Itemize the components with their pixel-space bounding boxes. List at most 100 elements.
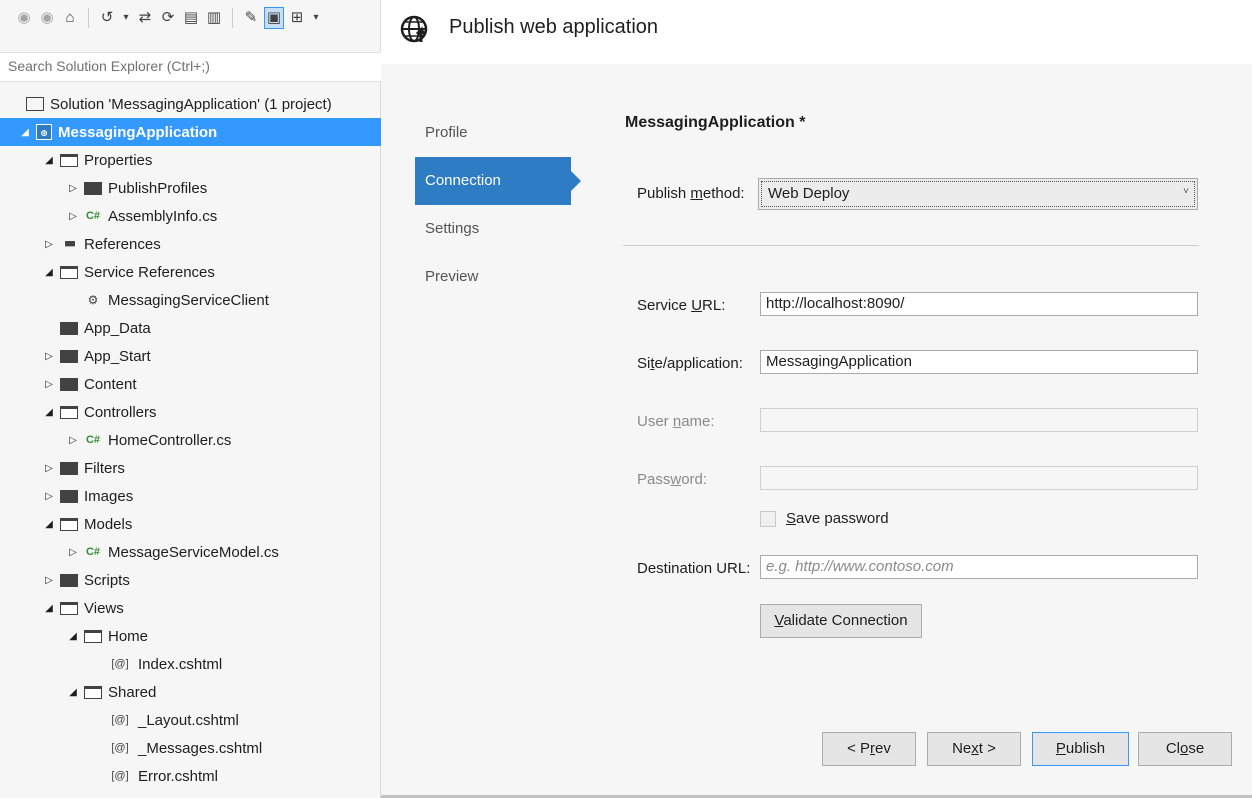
home-icon[interactable]: ⌂ [60, 7, 80, 29]
back-icon[interactable]: ◉ [14, 7, 34, 29]
password-label: Password: [637, 471, 708, 488]
tree-item-label: AssemblyInfo.cs [108, 207, 218, 225]
folder-open-icon [84, 685, 102, 699]
tree-item[interactable]: ◢ Shared [0, 678, 381, 706]
tree-item[interactable]: Solution 'MessagingApplication' (1 proje… [0, 90, 381, 118]
tree-item-label: Views [84, 599, 124, 617]
dropdown-icon[interactable]: ▾ [120, 7, 132, 29]
validate-connection-button[interactable]: Validate Connection [760, 604, 922, 638]
tree-item[interactable]: [@] _Layout.cshtml [0, 706, 381, 734]
expand-arrow-icon[interactable]: ▷ [42, 463, 56, 474]
refresh-icon[interactable]: ⟳ [158, 7, 178, 29]
publish-button[interactable]: Publish [1032, 732, 1129, 766]
history-icon[interactable]: ↺ [97, 7, 117, 29]
collapse-arrow-icon[interactable]: ◢ [42, 603, 56, 614]
wizard-steps: Profile Connection Settings Preview [415, 109, 595, 301]
class-view-icon[interactable]: ⊞ [287, 7, 307, 29]
sync-icon[interactable]: ⇄ [135, 7, 155, 29]
forward-icon[interactable]: ◉ [37, 7, 57, 29]
csharp-file-icon: C# [85, 210, 101, 222]
step-connection[interactable]: Connection [415, 157, 581, 205]
folder-open-icon [60, 265, 78, 279]
tree-item[interactable]: ◢ Service References [0, 258, 381, 286]
tree-item[interactable]: ▷ App_Start [0, 342, 381, 370]
solution-icon [26, 97, 44, 111]
step-preview[interactable]: Preview [415, 253, 595, 301]
tree-item[interactable]: ◢ Models [0, 510, 381, 538]
tree-item-label: Scripts [84, 571, 130, 589]
collapse-arrow-icon[interactable]: ◢ [42, 155, 56, 166]
tree-item-label: MessageServiceModel.cs [108, 543, 279, 561]
razor-file-icon: [@] [111, 658, 129, 670]
razor-file-icon: [@] [111, 742, 129, 754]
tree-item[interactable]: ▷ Filters [0, 454, 381, 482]
tree-item-label: App_Data [84, 319, 151, 337]
tree-item[interactable]: ▷ C# AssemblyInfo.cs [0, 202, 381, 230]
step-settings[interactable]: Settings [415, 205, 595, 253]
expand-arrow-icon[interactable]: ▷ [66, 547, 80, 558]
destination-url-label: Destination URL: [637, 560, 751, 577]
properties-icon[interactable]: ✎ [241, 7, 261, 29]
tree-item[interactable]: ▷ Content [0, 370, 381, 398]
publish-method-select[interactable]: Web Deploy ˅ [758, 178, 1198, 210]
close-button[interactable]: Close [1138, 732, 1232, 766]
tree-item[interactable]: [@] Index.cshtml [0, 650, 381, 678]
step-profile[interactable]: Profile [415, 109, 595, 157]
folder-icon [60, 377, 78, 391]
tree-item[interactable]: ⚙ MessagingServiceClient [0, 286, 381, 314]
tree-item[interactable]: ◢ ⊕ MessagingApplication [0, 118, 381, 146]
collapse-arrow-icon[interactable]: ◢ [66, 631, 80, 642]
collapse-arrow-icon[interactable]: ◢ [42, 407, 56, 418]
tree-item[interactable]: [@] _Messages.cshtml [0, 734, 381, 762]
tree-item-label: Service References [84, 263, 215, 281]
dialog-title: Publish web application [449, 16, 659, 38]
folder-icon [60, 349, 78, 363]
next-button[interactable]: Next > [927, 732, 1021, 766]
service-url-input[interactable]: http://localhost:8090/ [760, 292, 1198, 316]
tree-item[interactable]: ▷ Images [0, 482, 381, 510]
collapse-arrow-icon[interactable]: ◢ [42, 519, 56, 530]
tree-item[interactable]: App_Data [0, 314, 381, 342]
dropdown-icon[interactable]: ▾ [310, 7, 322, 29]
expand-arrow-icon[interactable]: ▷ [66, 435, 80, 446]
dialog-header: Publish web application [381, 0, 1252, 64]
folder-open-icon [84, 629, 102, 643]
tree-item[interactable]: [@] Error.cshtml [0, 762, 381, 790]
expand-arrow-icon[interactable]: ▷ [66, 183, 80, 194]
expand-arrow-icon[interactable]: ▷ [66, 211, 80, 222]
expand-arrow-icon[interactable]: ▷ [42, 239, 56, 250]
tree-item[interactable]: ◢ Home [0, 622, 381, 650]
destination-url-input[interactable]: e.g. http://www.contoso.com [760, 555, 1198, 579]
save-password-checkbox[interactable]: Save password [760, 510, 889, 527]
checkbox-box[interactable] [760, 510, 776, 527]
password-input[interactable] [760, 466, 1198, 490]
tree-item[interactable]: ◢ Properties [0, 146, 381, 174]
show-all-files-icon[interactable]: ▥ [204, 7, 224, 29]
tree-item-label: Index.cshtml [138, 655, 223, 673]
expand-arrow-icon[interactable]: ▷ [42, 575, 56, 586]
collapse-arrow-icon[interactable]: ◢ [66, 687, 80, 698]
prev-button[interactable]: < Prev [822, 732, 916, 766]
user-name-input[interactable] [760, 408, 1198, 432]
tree-item[interactable]: ▷ PublishProfiles [0, 174, 381, 202]
tree-item[interactable]: ▷ C# MessageServiceModel.cs [0, 538, 381, 566]
expand-arrow-icon[interactable]: ▷ [42, 491, 56, 502]
references-icon: ■■ [64, 238, 75, 250]
collapse-arrow-icon[interactable]: ◢ [42, 267, 56, 278]
expand-arrow-icon[interactable]: ▷ [42, 351, 56, 362]
folder-icon [84, 181, 102, 195]
tree-item-label: Error.cshtml [138, 767, 219, 785]
tree-item[interactable]: ▷ ■■ References [0, 230, 381, 258]
preview-icon[interactable]: ▣ [264, 7, 284, 29]
collapse-all-icon[interactable]: ▤ [181, 7, 201, 29]
tree-item-label: Controllers [84, 403, 157, 421]
site-application-input[interactable]: MessagingApplication [760, 350, 1198, 374]
tree-item[interactable]: ▷ C# HomeController.cs [0, 426, 381, 454]
solution-explorer-search-input[interactable]: Search Solution Explorer (Ctrl+;) [0, 52, 381, 82]
tree-item[interactable]: ◢ Controllers [0, 398, 381, 426]
tree-item-label: App_Start [84, 347, 151, 365]
expand-arrow-icon[interactable]: ▷ [42, 379, 56, 390]
tree-item[interactable]: ◢ Views [0, 594, 381, 622]
collapse-arrow-icon[interactable]: ◢ [18, 127, 32, 138]
tree-item[interactable]: ▷ Scripts [0, 566, 381, 594]
